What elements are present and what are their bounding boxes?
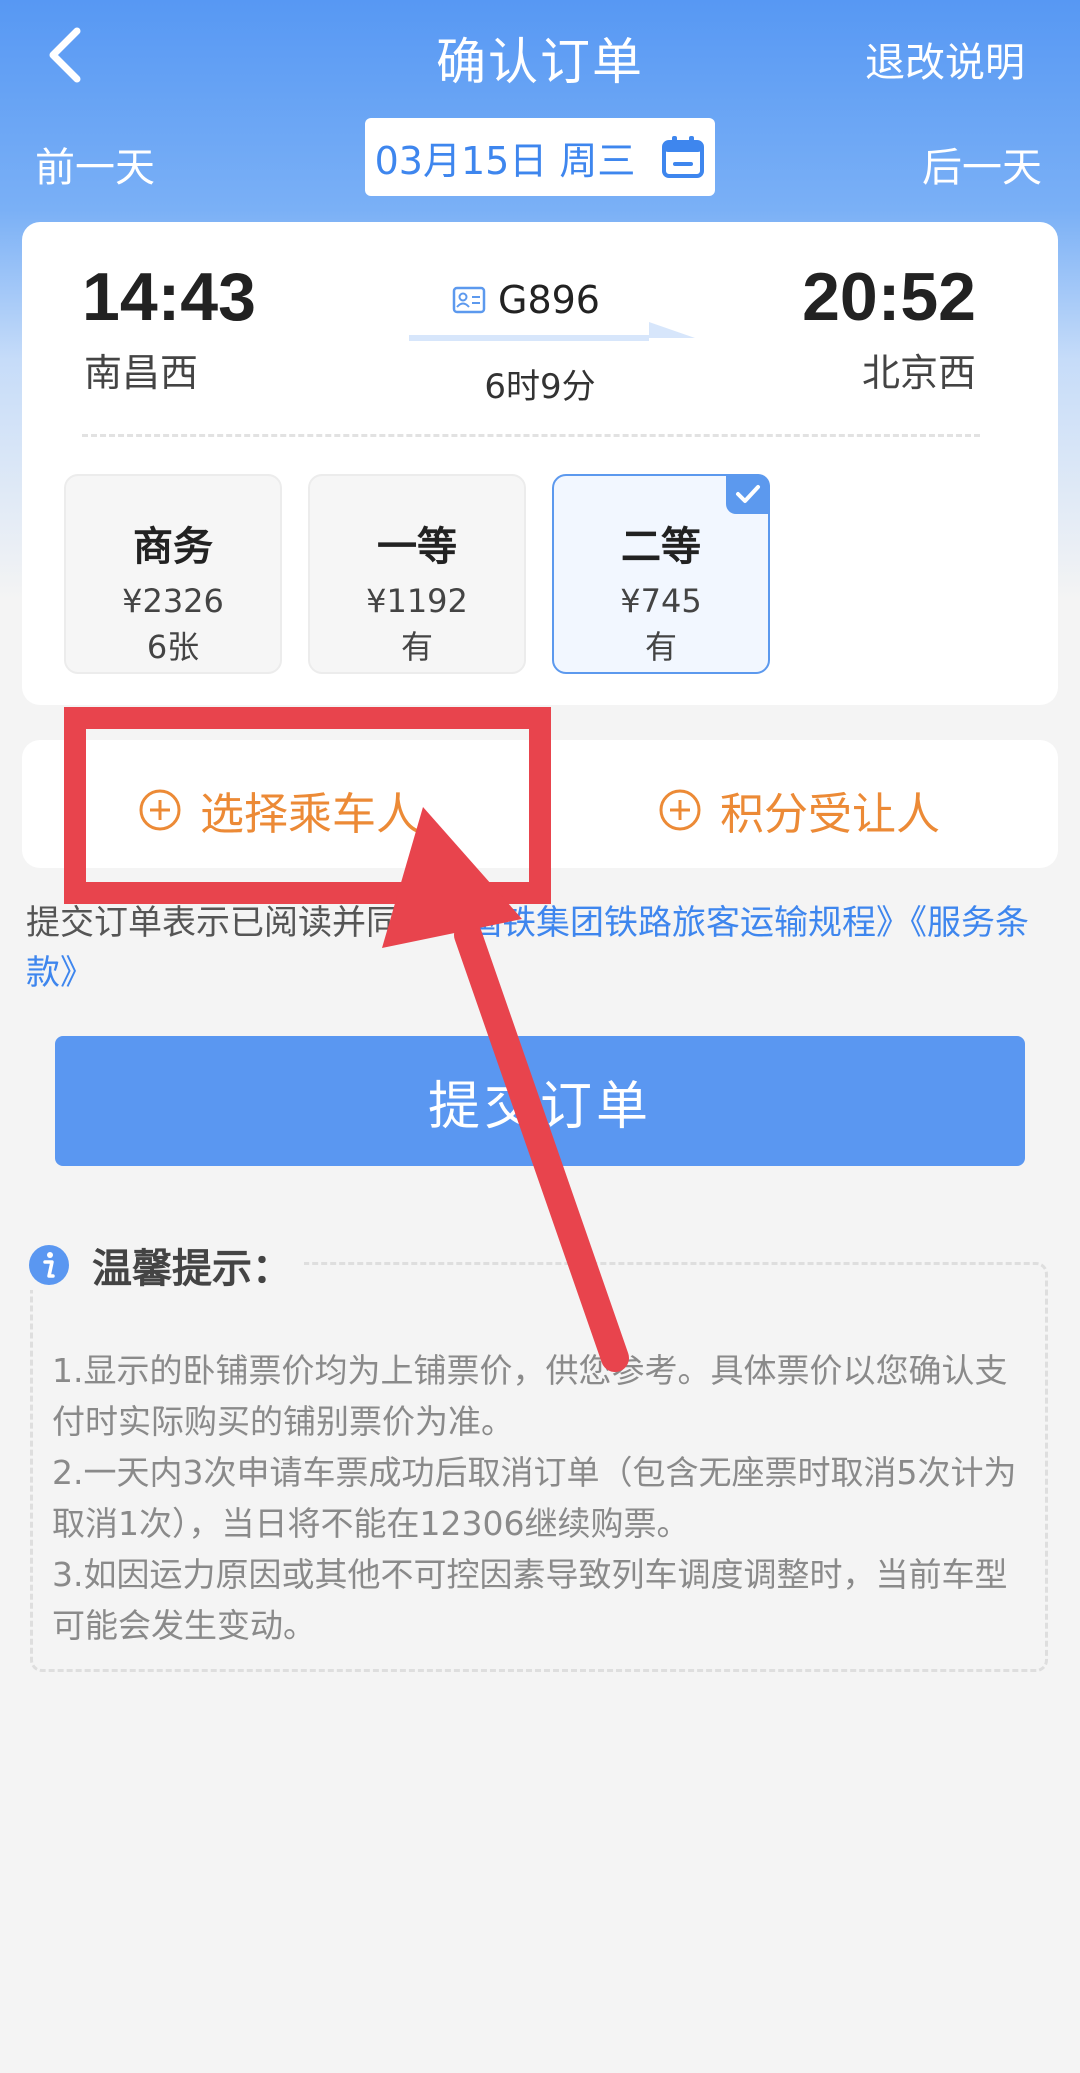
confirm-order-page: 确认订单 退改说明 前一天 03月15日 周三 后一天 14:43 南昌西 G8…: [0, 0, 1080, 2073]
annotation-arrow-icon: [382, 807, 629, 1372]
